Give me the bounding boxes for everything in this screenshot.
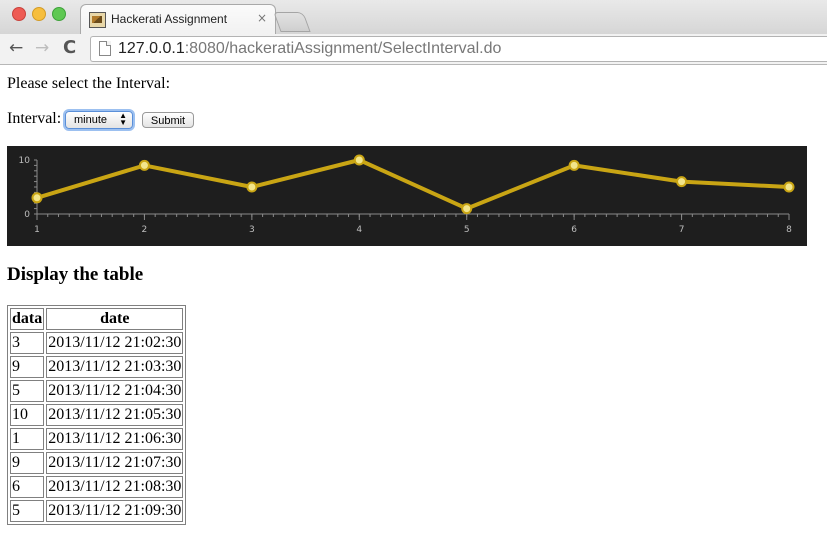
table-row: 5 2013/11/12 21:04:30 [10, 380, 184, 402]
address-bar[interactable]: 127.0.0.1:8080/hackeratiAssignment/Selec… [90, 36, 827, 62]
cell-data: 9 [10, 452, 45, 474]
browser-tab[interactable]: Hackerati Assignment × [80, 4, 276, 35]
x-tick-label: 4 [356, 225, 362, 235]
data-point [676, 176, 688, 188]
y-tick-label: 0 [24, 210, 30, 220]
table-row: 1 2013/11/12 21:06:30 [10, 428, 184, 450]
interval-prompt: Please select the Interval: [7, 75, 171, 92]
data-point [31, 192, 43, 204]
tab-close-icon[interactable]: × [257, 11, 267, 25]
browser-tab-bar: Hackerati Assignment × [0, 0, 827, 35]
column-header-data: data [10, 308, 45, 330]
x-tick-label: 6 [571, 225, 577, 235]
data-point [138, 159, 150, 171]
data-point [783, 181, 795, 193]
interval-select[interactable]: minute ▲ ▼ [65, 111, 133, 129]
line-chart: 1 2 3 4 5 6 7 8 0 10 [7, 146, 807, 246]
table-row: 3 2013/11/12 21:02:30 [10, 332, 184, 354]
cell-data: 3 [10, 332, 45, 354]
data-table: data date 3 2013/11/12 21:02:30 9 2013/11/… [7, 305, 187, 525]
interval-select-value: minute [74, 114, 108, 126]
cell-data: 10 [10, 404, 45, 426]
cell-data: 1 [10, 428, 45, 450]
table-row: 9 2013/11/12 21:07:30 [10, 452, 184, 474]
column-header-date: date [46, 308, 184, 330]
cell-date: 2013/11/12 21:02:30 [46, 332, 184, 354]
x-tick-label: 1 [34, 225, 40, 235]
line-chart-svg: 1 2 3 4 5 6 7 8 0 10 [19, 154, 795, 235]
url-path: :8080/hackeratiAssignment/SelectInterval… [184, 40, 502, 57]
data-point [461, 203, 473, 215]
x-tick-label: 2 [142, 225, 148, 235]
table-heading: Display the table [7, 264, 144, 285]
cell-date: 2013/11/12 21:07:30 [46, 452, 184, 474]
table-row: 10 2013/11/12 21:05:30 [10, 404, 184, 426]
cell-date: 2013/11/12 21:08:30 [46, 476, 184, 498]
tab-title: Hackerati Assignment [111, 12, 228, 26]
window-zoom-button[interactable] [52, 7, 66, 21]
cell-date: 2013/11/12 21:09:30 [46, 500, 184, 522]
select-arrows-icon: ▲ ▼ [119, 111, 127, 127]
page-icon [99, 41, 111, 56]
url-host: 127.0.0.1 [118, 40, 185, 57]
x-tick-label: 8 [786, 225, 792, 235]
x-tick-label: 7 [679, 225, 685, 235]
cell-data: 9 [10, 356, 45, 378]
cell-date: 2013/11/12 21:06:30 [46, 428, 184, 450]
reload-icon[interactable]: C [63, 38, 76, 58]
table-header-row: data date [10, 308, 184, 330]
interval-label: Interval: [7, 110, 62, 127]
cell-date: 2013/11/12 21:03:30 [46, 356, 184, 378]
cell-date: 2013/11/12 21:05:30 [46, 404, 184, 426]
cell-date: 2013/11/12 21:04:30 [46, 380, 184, 402]
window-close-button[interactable] [12, 7, 26, 21]
y-tick-label: 10 [19, 156, 31, 166]
data-point [568, 159, 580, 171]
back-arrow-icon[interactable]: ← [9, 38, 23, 58]
table-row: 5 2013/11/12 21:09:30 [10, 500, 184, 522]
forward-arrow-icon[interactable]: → [35, 38, 49, 58]
cell-data: 5 [10, 380, 45, 402]
submit-button[interactable]: Submit [142, 112, 194, 128]
data-point [246, 181, 258, 193]
cell-data: 5 [10, 500, 45, 522]
x-tick-label: 3 [249, 225, 255, 235]
cell-data: 6 [10, 476, 45, 498]
new-tab-button[interactable] [273, 12, 311, 32]
series-line [36, 158, 790, 211]
data-point [353, 154, 365, 166]
table-row: 9 2013/11/12 21:03:30 [10, 356, 184, 378]
window-minimize-button[interactable] [32, 7, 46, 21]
browser-toolbar: ← → C 127.0.0.1:8080/hackeratiAssignment… [0, 34, 827, 65]
table-row: 6 2013/11/12 21:08:30 [10, 476, 184, 498]
url-text[interactable]: 127.0.0.1:8080/hackeratiAssignment/Selec… [118, 40, 501, 58]
favicon-icon [89, 12, 106, 28]
x-tick-label: 5 [464, 225, 470, 235]
